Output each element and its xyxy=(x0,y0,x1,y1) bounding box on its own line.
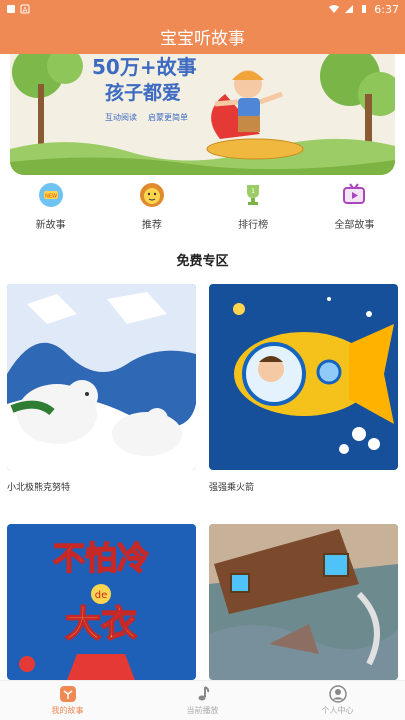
app-icon xyxy=(7,5,15,13)
banner-illustration: 50万+故事 孩子都爱 互动阅读 启蒙更简单 xyxy=(10,54,395,175)
a-icon: A xyxy=(20,4,30,14)
cover-title-line2: 大衣 xyxy=(65,604,137,645)
wifi-icon xyxy=(329,5,340,13)
story-cover-rocket xyxy=(209,284,398,470)
story-cover-polar-bear xyxy=(7,284,196,470)
story-card[interactable]: 小北极熊克努特 xyxy=(7,284,196,493)
nav-item-recommend[interactable]: 推荐 xyxy=(101,182,202,242)
promo-banner[interactable]: 50万+故事 孩子都爱 互动阅读 启蒙更简单 xyxy=(10,54,395,175)
music-note-icon xyxy=(198,686,209,701)
status-time: 6:37 xyxy=(374,2,399,16)
nav-item-new-story[interactable]: NEW 新故事 xyxy=(0,182,101,242)
trophy-icon: 1 xyxy=(247,185,260,205)
story-card[interactable]: 不怕冷 de 大衣 xyxy=(7,524,196,680)
tab-label: 当前播放 xyxy=(186,706,219,715)
nav-label: 全部故事 xyxy=(334,220,375,231)
cover-title-small: de xyxy=(95,590,108,601)
bottom-tab-bar: 我的故事 当前播放 个人中心 xyxy=(0,680,405,720)
tv-play-icon xyxy=(343,183,366,204)
signal-icon xyxy=(345,5,354,13)
tab-now-playing[interactable]: 当前播放 xyxy=(135,681,270,720)
svg-text:A: A xyxy=(23,6,28,14)
app-title: 宝宝听故事 xyxy=(160,28,245,49)
battery-icon xyxy=(362,5,367,13)
category-nav: NEW 新故事 推荐 1 排行榜 全部故事 xyxy=(0,182,405,242)
nav-item-all-stories[interactable]: 全部故事 xyxy=(304,182,405,242)
banner-tag-left: 互动阅读 xyxy=(105,112,137,122)
story-card[interactable]: 强强乘火箭 xyxy=(209,284,398,493)
story-cover-storm-house xyxy=(209,524,398,680)
tab-profile[interactable]: 个人中心 xyxy=(270,681,405,720)
lion-icon xyxy=(139,183,164,207)
story-title: 强强乘火箭 xyxy=(209,483,255,493)
banner-headline-top: 50万+故事 xyxy=(92,55,197,79)
new-story-icon: NEW xyxy=(38,183,63,207)
tab-my-stories[interactable]: 我的故事 xyxy=(0,681,135,720)
story-cover-warm-coat: 不怕冷 de 大衣 xyxy=(7,524,196,680)
svg-text:NEW: NEW xyxy=(45,194,57,200)
story-card[interactable] xyxy=(209,524,398,680)
person-icon xyxy=(328,685,347,703)
tab-label: 我的故事 xyxy=(51,706,84,715)
banner-headline-bottom: 孩子都爱 xyxy=(105,81,181,104)
story-book-icon xyxy=(59,686,76,702)
tab-label: 个人中心 xyxy=(321,706,354,715)
nav-item-ranking[interactable]: 1 排行榜 xyxy=(203,182,304,242)
cover-title-line1: 不怕冷 xyxy=(53,539,149,577)
section-title: 免费专区 xyxy=(176,254,229,269)
nav-label: 排行榜 xyxy=(238,220,269,231)
story-title: 小北极熊克努特 xyxy=(7,483,71,493)
banner-tag-right: 启蒙更简单 xyxy=(148,112,188,122)
status-bar: A 6:37 xyxy=(0,0,405,18)
svg-text:1: 1 xyxy=(251,188,255,195)
nav-label: 新故事 xyxy=(35,220,66,231)
app-header: 宝宝听故事 xyxy=(0,18,405,54)
nav-label: 推荐 xyxy=(141,220,162,231)
